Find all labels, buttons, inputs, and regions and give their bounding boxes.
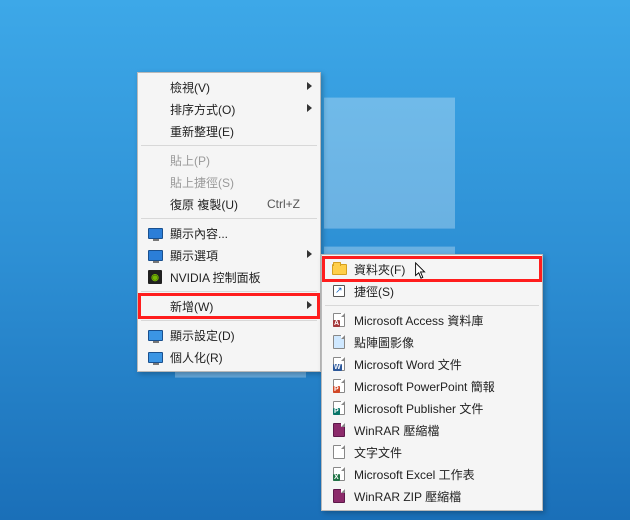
publisher-icon: P (330, 399, 348, 417)
submenu-zip[interactable]: WinRAR ZIP 壓縮檔 (324, 485, 540, 507)
menu-show-content[interactable]: 顯示內容... (140, 222, 318, 244)
menu-label: 檢視(V) (170, 79, 300, 96)
menu-label: 資料夾(F) (354, 261, 522, 278)
submenu-word[interactable]: W Microsoft Word 文件 (324, 353, 540, 375)
menu-label: 重新整理(E) (170, 123, 300, 140)
menu-label: Microsoft Excel 工作表 (354, 466, 522, 483)
separator (325, 305, 539, 306)
menu-refresh[interactable]: 重新整理(E) (140, 120, 318, 142)
menu-label: 貼上捷徑(S) (170, 174, 300, 191)
new-submenu: 資料夾(F) 捷徑(S) A Microsoft Access 資料庫 點陣圖影像… (321, 254, 543, 511)
submenu-bmp[interactable]: 點陣圖影像 (324, 331, 540, 353)
menu-sort[interactable]: 排序方式(O) (140, 98, 318, 120)
excel-icon: X (330, 465, 348, 483)
menu-label: 個人化(R) (170, 349, 300, 366)
submenu-arrow-icon (307, 301, 312, 309)
menu-show-options[interactable]: 顯示選項 (140, 244, 318, 266)
menu-label: WinRAR ZIP 壓縮檔 (354, 488, 522, 505)
text-icon (330, 443, 348, 461)
folder-icon (330, 260, 348, 278)
submenu-access[interactable]: A Microsoft Access 資料庫 (324, 309, 540, 331)
rar-icon (330, 421, 348, 439)
menu-label: Microsoft Access 資料庫 (354, 312, 522, 329)
menu-label: 顯示設定(D) (170, 327, 300, 344)
menu-label: 復原 複製(U) (170, 196, 259, 213)
bitmap-icon (330, 333, 348, 351)
shortcut-label: Ctrl+Z (267, 197, 300, 211)
access-icon: A (330, 311, 348, 329)
menu-personalize[interactable]: 個人化(R) (140, 346, 318, 368)
submenu-arrow-icon (307, 250, 312, 258)
menu-label: 捷徑(S) (354, 283, 522, 300)
menu-view[interactable]: 檢視(V) (140, 76, 318, 98)
menu-label: 新增(W) (170, 298, 300, 315)
menu-label: 文字文件 (354, 444, 522, 461)
separator (141, 218, 317, 219)
menu-label: 排序方式(O) (170, 101, 300, 118)
submenu-txt[interactable]: 文字文件 (324, 441, 540, 463)
submenu-ppt[interactable]: P Microsoft PowerPoint 簡報 (324, 375, 540, 397)
word-icon: W (330, 355, 348, 373)
nvidia-icon: ◉ (146, 268, 164, 286)
submenu-rar[interactable]: WinRAR 壓縮檔 (324, 419, 540, 441)
menu-paste-shortcut: 貼上捷徑(S) (140, 171, 318, 193)
submenu-shortcut[interactable]: 捷徑(S) (324, 280, 540, 302)
menu-label: NVIDIA 控制面板 (170, 269, 300, 286)
desktop-context-menu: 檢視(V) 排序方式(O) 重新整理(E) 貼上(P) 貼上捷徑(S) 復原 複… (137, 72, 321, 372)
display-icon (146, 224, 164, 242)
menu-label: 貼上(P) (170, 152, 300, 169)
display-icon (146, 246, 164, 264)
menu-undo[interactable]: 復原 複製(U) Ctrl+Z (140, 193, 318, 215)
menu-label: Microsoft Word 文件 (354, 356, 522, 373)
menu-label: Microsoft PowerPoint 簡報 (354, 378, 522, 395)
menu-nvidia[interactable]: ◉ NVIDIA 控制面板 (140, 266, 318, 288)
zip-icon (330, 487, 348, 505)
menu-new[interactable]: 新增(W) (140, 295, 318, 317)
submenu-arrow-icon (307, 82, 312, 90)
menu-display-settings[interactable]: 顯示設定(D) (140, 324, 318, 346)
powerpoint-icon: P (330, 377, 348, 395)
separator (141, 320, 317, 321)
menu-label: 顯示選項 (170, 247, 300, 264)
separator (141, 145, 317, 146)
shortcut-icon (330, 282, 348, 300)
settings-icon (146, 326, 164, 344)
submenu-xls[interactable]: X Microsoft Excel 工作表 (324, 463, 540, 485)
menu-label: 顯示內容... (170, 225, 300, 242)
personalize-icon (146, 348, 164, 366)
menu-paste: 貼上(P) (140, 149, 318, 171)
menu-label: WinRAR 壓縮檔 (354, 422, 522, 439)
submenu-pub[interactable]: P Microsoft Publisher 文件 (324, 397, 540, 419)
submenu-folder[interactable]: 資料夾(F) (324, 258, 540, 280)
menu-label: 點陣圖影像 (354, 334, 522, 351)
submenu-arrow-icon (307, 104, 312, 112)
menu-label: Microsoft Publisher 文件 (354, 400, 522, 417)
separator (141, 291, 317, 292)
